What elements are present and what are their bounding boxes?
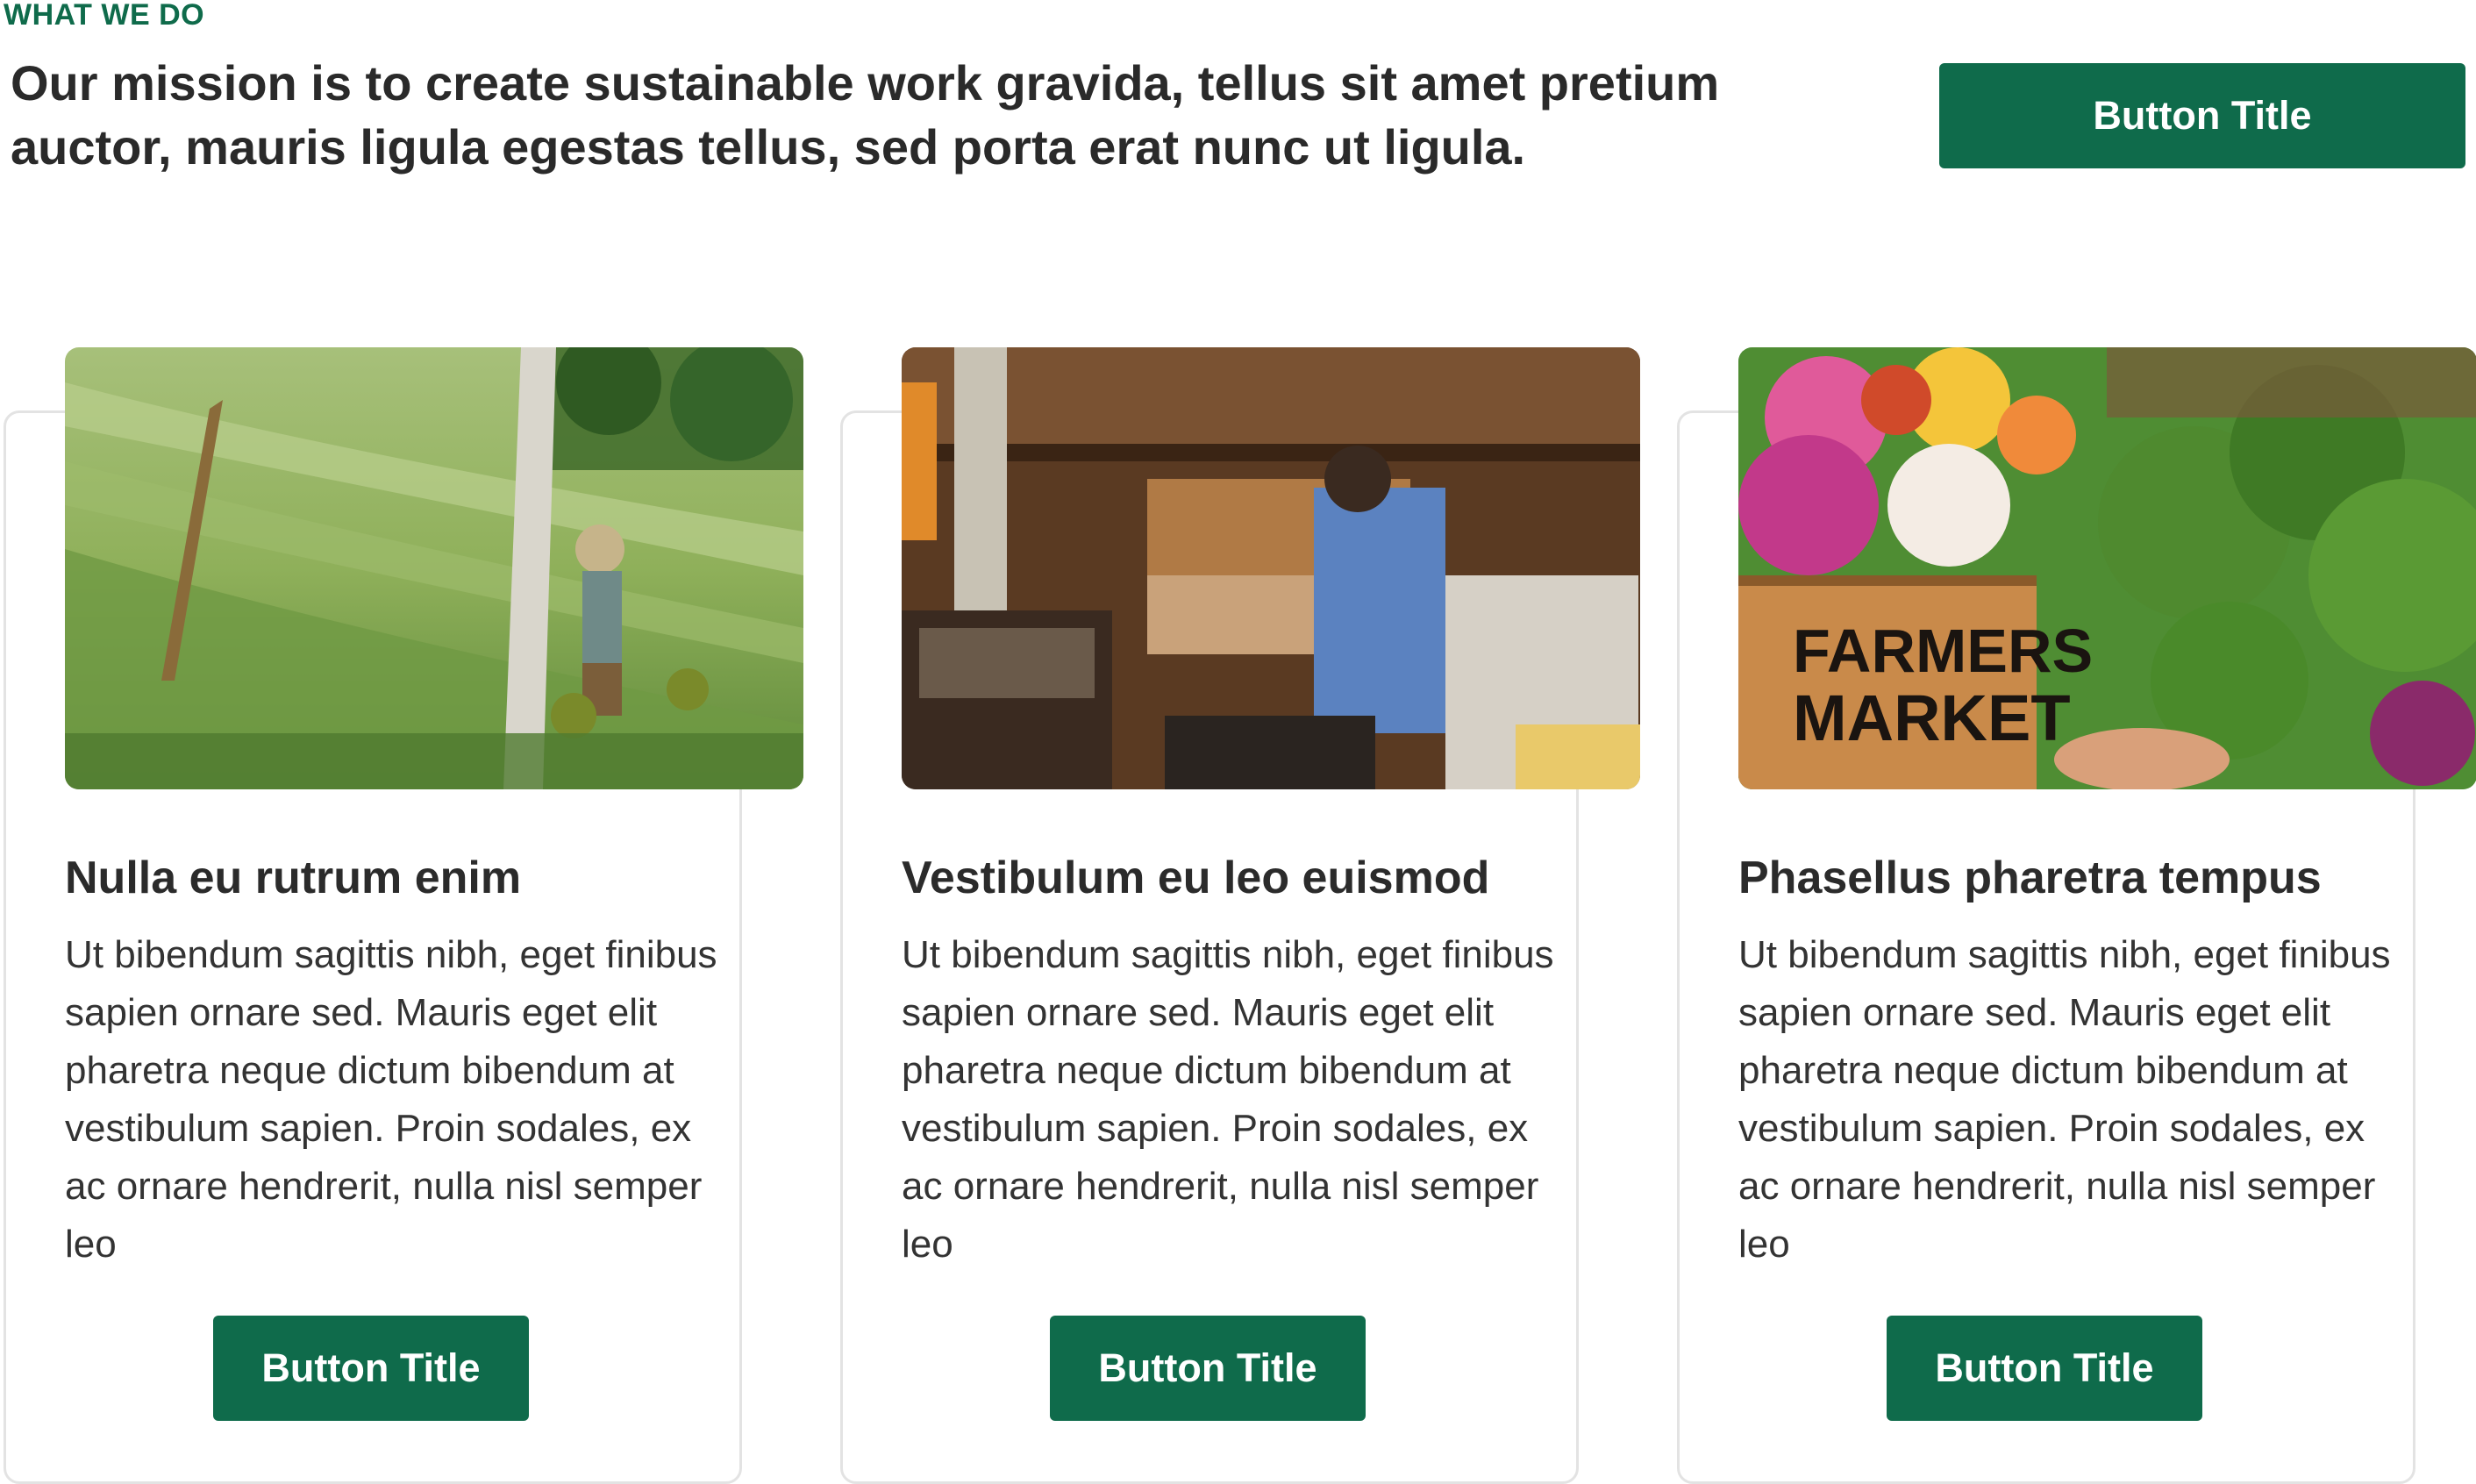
card-body-text: Ut bibendum sagittis nibh, eget finibus … [1738,933,2391,1266]
card-cta-button[interactable]: Button Title [213,1316,529,1421]
crate-label-line2: MARKET [1793,681,2071,754]
eyebrow-label: WHAT WE DO [4,0,205,32]
card-body-text: Ut bibendum sagittis nibh, eget finibus … [902,933,1554,1266]
card-cta-button[interactable]: Button Title [1050,1316,1366,1421]
header-cta-button[interactable]: Button Title [1939,63,2465,168]
card-image-rice-terrace [65,347,803,789]
mission-heading: Our mission is to create sustainable wor… [11,55,1720,175]
card-body-text: Ut bibendum sagittis nibh, eget finibus … [65,933,717,1266]
card-title: Phasellus pharetra tempus [1738,853,2322,903]
crate-label-line1: FARMERS [1793,617,2093,685]
card-cta-button[interactable]: Button Title [1887,1316,2202,1421]
card-image-farmers-market: FARMERS MARKET [1738,347,2476,789]
card-title: Nulla eu rutrum enim [65,853,522,903]
card-image-market-stall [902,347,1640,789]
card-title: Vestibulum eu leo euismod [902,853,1490,903]
